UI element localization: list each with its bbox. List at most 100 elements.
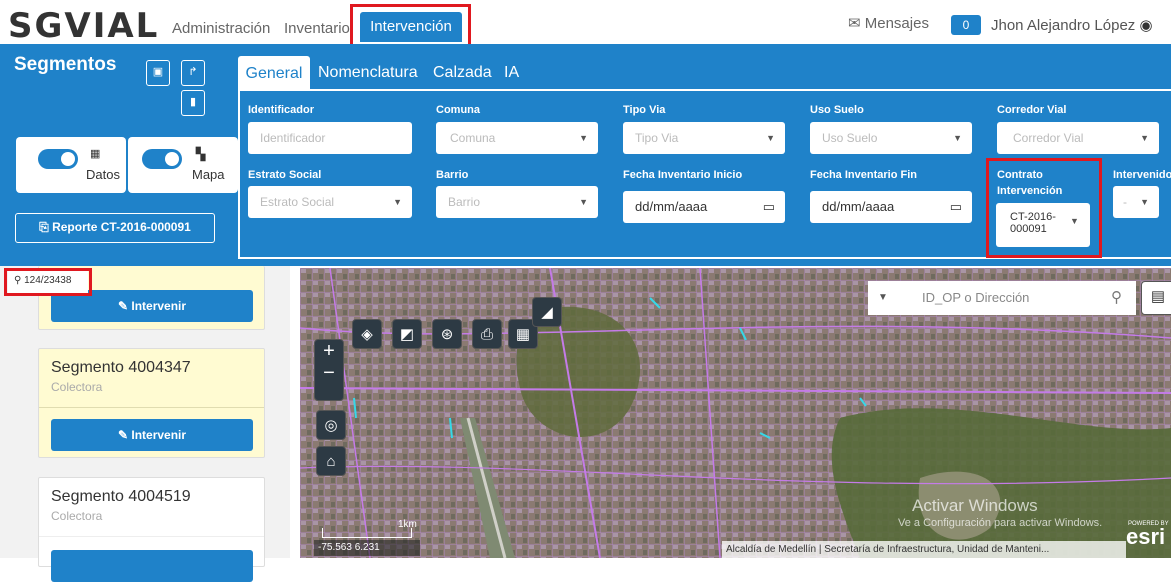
- messages-count-badge: 0: [951, 15, 981, 35]
- chevron-down-icon: ▼: [393, 197, 402, 207]
- map-search-input[interactable]: ID_OP o Dirección: [922, 281, 1029, 315]
- grid-icon: ▦: [515, 326, 531, 343]
- map-search[interactable]: ▼ ID_OP o Dirección ⚲: [868, 281, 1136, 315]
- highlight-contract-box: [986, 158, 1102, 258]
- corredor-vial-select[interactable]: Corredor Vial ▼: [997, 122, 1159, 154]
- estrato-social-select[interactable]: Estrato Social ▼: [248, 186, 412, 218]
- home-button[interactable]: ⌂: [316, 446, 346, 476]
- segments-title: Segmentos: [14, 54, 117, 75]
- report-button-label: Reporte CT-2016-000091: [52, 220, 191, 234]
- messages-link[interactable]: ✉ Mensajes: [848, 14, 929, 32]
- tab-nomenclatura[interactable]: Nomenclatura: [318, 64, 418, 82]
- nav-administracion[interactable]: Administración: [172, 20, 270, 37]
- intervenido-select[interactable]: - ▼: [1113, 186, 1159, 218]
- divider: [39, 536, 264, 537]
- segment-name: Segmento 4004347: [51, 359, 191, 376]
- basemap-button[interactable]: ⊛: [432, 319, 462, 349]
- intervene-button[interactable]: [51, 550, 253, 582]
- layers-button[interactable]: ◈: [352, 319, 382, 349]
- tab-general[interactable]: General: [238, 56, 310, 89]
- fecha-fin-label: Fecha Inventario Fin: [810, 169, 917, 181]
- toggle-datos-label: Datos: [86, 167, 120, 182]
- zoom-controls: + −: [314, 339, 344, 401]
- tipo-via-value: Tipo Via: [635, 131, 679, 145]
- highlight-nav-box: [350, 4, 471, 47]
- chevron-down-icon: ▼: [953, 133, 962, 143]
- intervenido-value: -: [1123, 195, 1127, 209]
- calendar-icon: ▦: [90, 148, 101, 160]
- intervene-button[interactable]: ✎ Intervenir: [51, 419, 253, 451]
- zoom-out-button[interactable]: −: [315, 362, 343, 384]
- fecha-inicio-input[interactable]: dd/mm/aaaa ▭: [623, 191, 785, 223]
- chevron-down-icon: ▼: [766, 133, 775, 143]
- fecha-fin-input[interactable]: dd/mm/aaaa ▭: [810, 191, 972, 223]
- corredor-vial-value: Corredor Vial: [1013, 131, 1084, 145]
- comuna-select[interactable]: Comuna ▼: [436, 122, 598, 154]
- report-button[interactable]: ⎘ Reporte CT-2016-000091: [15, 213, 215, 243]
- tab-calzada[interactable]: Calzada: [433, 64, 492, 82]
- clipboard-icon: ▤: [1150, 288, 1166, 305]
- esri-logo: esri: [1126, 524, 1166, 549]
- tipo-via-select[interactable]: Tipo Via ▼: [623, 122, 785, 154]
- toggle-datos-card: ▦ Datos: [16, 137, 126, 193]
- uso-suelo-select[interactable]: Uso Suelo ▼: [810, 122, 972, 154]
- fecha-inicio-label: Fecha Inventario Inicio: [623, 169, 743, 181]
- crosshair-icon: ◎: [324, 417, 338, 434]
- chart-button[interactable]: ◢: [532, 297, 562, 327]
- top-bar: SGVIAL Administración Inventario Interve…: [0, 0, 1171, 47]
- comuna-value: Comuna: [450, 131, 496, 145]
- toggle-mapa[interactable]: [142, 149, 182, 169]
- identificador-label: Identificador: [248, 104, 315, 116]
- fecha-inicio-value: dd/mm/aaaa: [635, 199, 708, 214]
- uso-suelo-label: Uso Suelo: [810, 104, 864, 116]
- home-icon: ⌂: [326, 453, 336, 470]
- delete-button[interactable]: ▮: [181, 90, 205, 116]
- user-menu[interactable]: Jhon Alejandro López ◉: [991, 16, 1153, 34]
- chevron-down-icon: ▼: [878, 292, 888, 303]
- coordinates-readout: -75.563 6.231 Degrees: [314, 540, 420, 569]
- toggle-datos[interactable]: [38, 149, 78, 169]
- comuna-label: Comuna: [436, 104, 480, 116]
- share-button[interactable]: ↱: [181, 60, 205, 86]
- chevron-down-icon: ▼: [1140, 133, 1149, 143]
- print-button[interactable]: ⎙: [472, 319, 502, 349]
- intervene-label: Intervenir: [131, 299, 187, 313]
- scale-label: 1km: [398, 519, 417, 530]
- save-button[interactable]: ▣: [146, 60, 170, 86]
- corredor-vial-label: Corredor Vial: [997, 104, 1067, 116]
- layers-icon: ◈: [361, 326, 373, 343]
- list-item: Segmento 4004347 Colectora ✎ Intervenir: [38, 348, 265, 458]
- search-icon: ⚲: [1111, 289, 1122, 306]
- estrato-social-label: Estrato Social: [248, 169, 322, 181]
- edit-icon: ✎: [117, 299, 129, 313]
- locate-button[interactable]: ◎: [316, 410, 346, 440]
- intervenido-label: Intervenido: [1113, 169, 1171, 181]
- segment-name: Segmento 4004519: [51, 488, 191, 505]
- identificador-input[interactable]: Identificador: [248, 122, 412, 154]
- estrato-social-value: Estrato Social: [260, 195, 335, 209]
- app-logo: SGVIAL: [8, 6, 160, 46]
- clipboard-button[interactable]: ▤: [1141, 281, 1171, 315]
- messages-label: Mensajes: [864, 15, 929, 32]
- zoom-in-button[interactable]: +: [315, 340, 343, 362]
- map-icon: ▚: [196, 147, 206, 161]
- pdf-icon: ⎘: [39, 220, 49, 234]
- divider: [39, 407, 264, 408]
- toggle-mapa-label: Mapa: [192, 167, 225, 182]
- nav-inventario[interactable]: Inventario: [284, 20, 350, 37]
- tab-ia[interactable]: IA: [504, 64, 519, 82]
- trash-icon: ▮: [189, 96, 197, 108]
- highlight-counter-box: [4, 268, 92, 296]
- calendar-icon: ▭: [762, 199, 775, 214]
- map-tool-button[interactable]: ◩: [392, 319, 422, 349]
- barrio-select[interactable]: Barrio ▼: [436, 186, 598, 218]
- watermark-subtitle: Ve a Configuración para activar Windows.: [898, 517, 1103, 529]
- envelope-icon: ✉: [848, 15, 861, 32]
- list-item: Segmento 4004519 Colectora: [38, 477, 265, 582]
- toggle-mapa-card: ▚ Mapa: [128, 137, 238, 193]
- edit-icon: ✎: [117, 428, 129, 442]
- segment-type: Colectora: [51, 380, 103, 394]
- intervene-label: Intervenir: [131, 428, 187, 442]
- segments-list: ✎ Intervenir Segmento 4004347 Colectora …: [0, 266, 290, 582]
- print-icon: ⎙: [480, 326, 493, 343]
